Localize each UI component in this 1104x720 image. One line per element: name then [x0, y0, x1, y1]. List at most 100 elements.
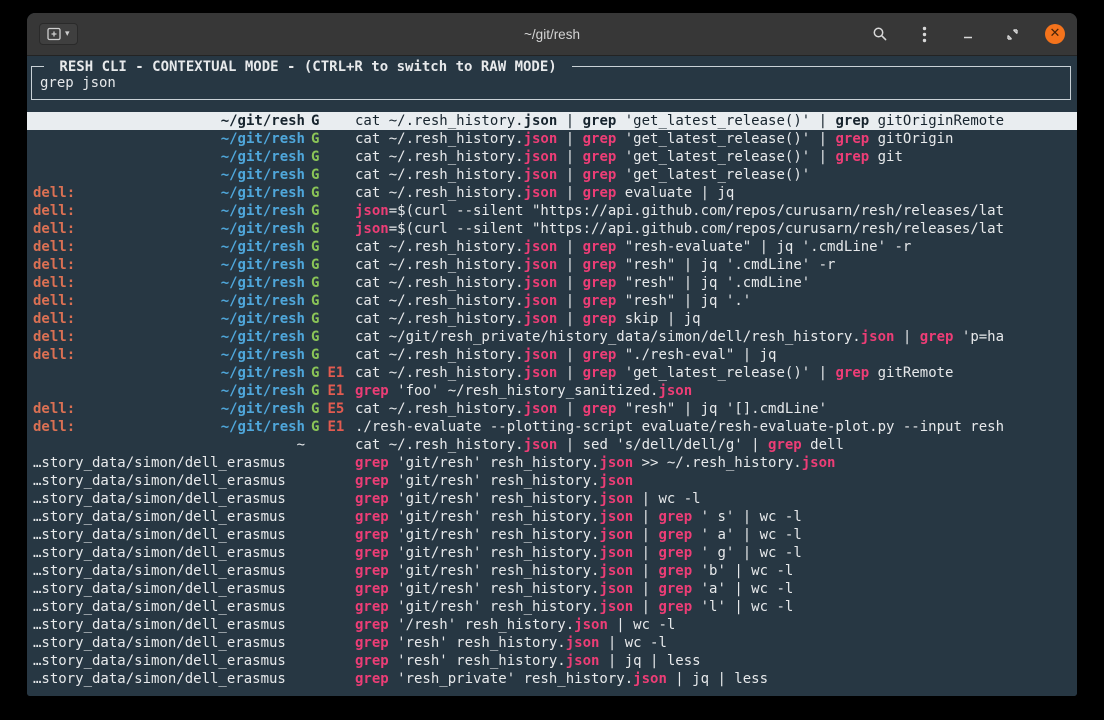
history-row[interactable]: ~cat ~/.resh_history.json | sed 's/dell/…: [27, 436, 1077, 454]
command-segment: skip | jq: [616, 311, 700, 327]
history-row[interactable]: …story_data/simon/dell_erasmusgrep 'git/…: [27, 544, 1077, 562]
command-segment: grep: [355, 545, 389, 561]
command-segment: 'git/resh' resh_history.: [389, 455, 600, 471]
history-row[interactable]: …story_data/simon/dell_erasmusgrep 'git/…: [27, 472, 1077, 490]
command-segment: grep: [583, 275, 617, 291]
history-row[interactable]: dell:~/git/reshGjson=$(curl --silent "ht…: [27, 220, 1077, 238]
minimize-button[interactable]: [957, 23, 979, 45]
command-text: cat ~/.resh_history.json | grep "resh" |…: [355, 292, 1077, 310]
row-context: ~/git/resh: [33, 166, 305, 184]
dir-label: ~/git/resh: [221, 148, 305, 166]
history-row[interactable]: dell:~/git/reshGcat ~/git/resh_private/h…: [27, 328, 1077, 346]
history-row[interactable]: dell:~/git/reshGcat ~/.resh_history.json…: [27, 292, 1077, 310]
history-row[interactable]: dell:~/git/reshGcat ~/.resh_history.json…: [27, 274, 1077, 292]
chevron-down-icon: ▾: [65, 29, 70, 39]
command-segment: "resh" | jq '.': [616, 293, 751, 309]
history-row[interactable]: …story_data/simon/dell_erasmusgrep 'git/…: [27, 508, 1077, 526]
history-row[interactable]: ~/git/reshGcat ~/.resh_history.json | gr…: [27, 130, 1077, 148]
history-row[interactable]: …story_data/simon/dell_erasmusgrep '/res…: [27, 616, 1077, 634]
history-row[interactable]: dell:~/git/reshGcat ~/.resh_history.json…: [27, 346, 1077, 364]
history-row[interactable]: dell:~/git/reshGcat ~/.resh_history.json…: [27, 256, 1077, 274]
history-row[interactable]: …story_data/simon/dell_erasmusgrep 'git/…: [27, 490, 1077, 508]
command-segment: json: [599, 527, 633, 543]
flag-badge: E1: [327, 418, 344, 436]
history-row[interactable]: ~/git/reshGE1grep 'foo' ~/resh_history_s…: [27, 382, 1077, 400]
dir-label: ~/git/resh: [221, 166, 305, 184]
history-row[interactable]: dell:~/git/reshGE5cat ~/.resh_history.js…: [27, 400, 1077, 418]
flag-badge: G: [311, 346, 319, 364]
command-text: grep 'git/resh' resh_history.json: [355, 472, 1077, 490]
history-row[interactable]: dell:~/git/reshGcat ~/.resh_history.json…: [27, 238, 1077, 256]
flag-badges: G: [305, 202, 355, 220]
command-segment: json: [574, 617, 608, 633]
command-text: grep 'git/resh' resh_history.json | grep…: [355, 544, 1077, 562]
command-segment: >> ~/.resh_history.: [633, 455, 802, 471]
flag-badge: G: [311, 310, 319, 328]
row-context: ~/git/resh: [33, 364, 305, 382]
command-segment: json: [524, 437, 558, 453]
command-segment: |: [557, 113, 582, 129]
history-row[interactable]: …story_data/simon/dell_erasmusgrep 'git/…: [27, 526, 1077, 544]
history-row[interactable]: …story_data/simon/dell_erasmusgrep 'git/…: [27, 598, 1077, 616]
search-button[interactable]: [869, 23, 891, 45]
command-segment: |: [894, 329, 919, 345]
command-segment: "resh" | jq '.cmdLine' -r: [616, 257, 835, 273]
history-row[interactable]: ~/git/reshGE1cat ~/.resh_history.json | …: [27, 364, 1077, 382]
flag-badge: E5: [327, 400, 344, 418]
host-label: …story_data/simon/dell_erasmus: [33, 652, 286, 670]
command-segment: json: [524, 347, 558, 363]
command-segment: json: [524, 185, 558, 201]
close-button[interactable]: ✕: [1045, 24, 1065, 44]
history-row[interactable]: …story_data/simon/dell_erasmusgrep 'git/…: [27, 562, 1077, 580]
command-segment: grep: [583, 239, 617, 255]
new-tab-button[interactable]: ▾: [39, 23, 78, 45]
row-context: dell:~/git/resh: [33, 256, 305, 274]
history-row[interactable]: ~/git/reshGcat ~/.resh_history.json | gr…: [27, 112, 1077, 130]
menu-button[interactable]: [913, 23, 935, 45]
history-row[interactable]: ~/git/reshGcat ~/.resh_history.json | gr…: [27, 166, 1077, 184]
row-context: dell:~/git/resh: [33, 238, 305, 256]
history-row[interactable]: dell:~/git/reshGcat ~/.resh_history.json…: [27, 310, 1077, 328]
desktop: { "colors": { "bg": "#273743", "fg": "#E…: [0, 0, 1104, 720]
flag-badges: [305, 490, 355, 508]
restore-button[interactable]: [1001, 23, 1023, 45]
dir-label: ~/git/resh: [221, 418, 305, 436]
flag-badges: [305, 580, 355, 598]
command-segment: 'get_latest_release()' |: [616, 113, 835, 129]
host-label: dell:: [33, 400, 75, 418]
command-text: cat ~/.resh_history.json | grep "resh" |…: [355, 256, 1077, 274]
command-segment: json: [355, 203, 389, 219]
history-row[interactable]: dell:~/git/reshGjson=$(curl --silent "ht…: [27, 202, 1077, 220]
new-tab-icon: [47, 27, 61, 41]
flag-badges: G: [305, 148, 355, 166]
dir-label: ~/git/resh: [221, 274, 305, 292]
command-segment: cat ~/.resh_history.: [355, 131, 524, 147]
row-context: dell:~/git/resh: [33, 310, 305, 328]
command-segment: |: [633, 527, 658, 543]
flag-badges: [305, 670, 355, 688]
row-context: …story_data/simon/dell_erasmus: [33, 652, 305, 670]
history-row[interactable]: …story_data/simon/dell_erasmusgrep 'resh…: [27, 652, 1077, 670]
row-context: ~/git/resh: [33, 112, 305, 130]
flag-badges: G: [305, 184, 355, 202]
command-segment: json: [633, 671, 667, 687]
history-row[interactable]: ~/git/reshGcat ~/.resh_history.json | gr…: [27, 148, 1077, 166]
headerbar-actions: ✕: [869, 23, 1065, 45]
command-segment: evaluate | jq: [616, 185, 734, 201]
history-row[interactable]: dell:~/git/reshGcat ~/.resh_history.json…: [27, 184, 1077, 202]
minimize-icon: [962, 28, 974, 40]
command-segment: grep: [583, 185, 617, 201]
dir-label: ~/git/resh: [221, 292, 305, 310]
command-segment: grep: [658, 599, 692, 615]
command-segment: cat ~/.resh_history.: [355, 185, 524, 201]
command-segment: json: [524, 275, 558, 291]
command-segment: cat ~/.resh_history.: [355, 311, 524, 327]
command-text: cat ~/.resh_history.json | grep 'get_lat…: [355, 364, 1077, 382]
history-row[interactable]: …story_data/simon/dell_erasmusgrep 'git/…: [27, 580, 1077, 598]
command-text: cat ~/.resh_history.json | grep 'get_lat…: [355, 166, 1077, 184]
history-row[interactable]: …story_data/simon/dell_erasmusgrep 'git/…: [27, 454, 1077, 472]
history-row[interactable]: …story_data/simon/dell_erasmusgrep 'resh…: [27, 670, 1077, 688]
host-label: …story_data/simon/dell_erasmus: [33, 454, 286, 472]
history-row[interactable]: …story_data/simon/dell_erasmusgrep 'resh…: [27, 634, 1077, 652]
history-row[interactable]: dell:~/git/reshGE1./resh-evaluate --plot…: [27, 418, 1077, 436]
